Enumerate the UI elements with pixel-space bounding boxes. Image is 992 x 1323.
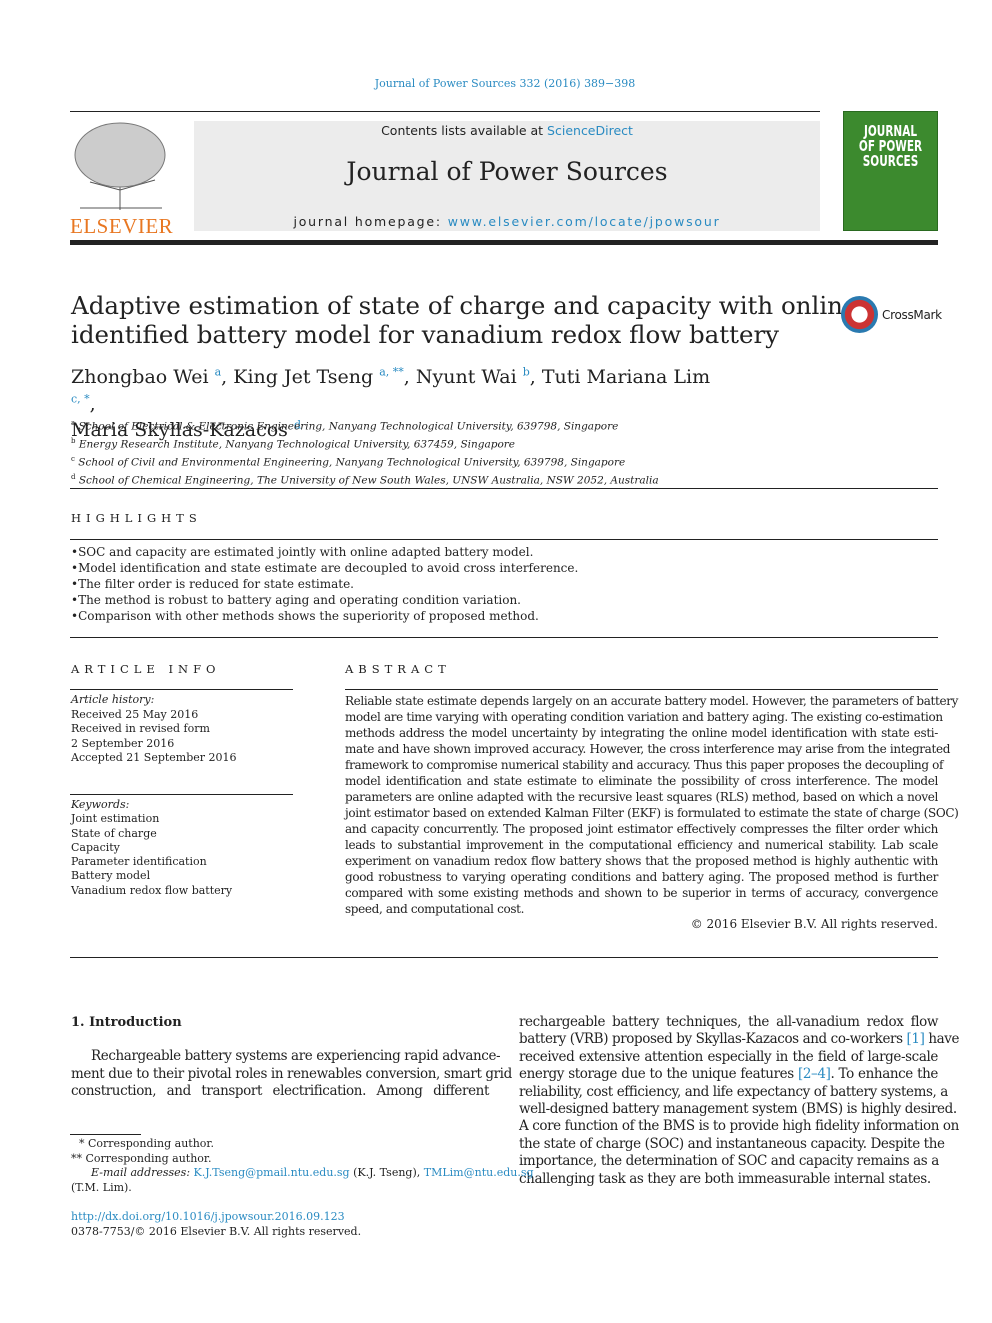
footnote: Corresponding author. <box>88 1137 214 1150</box>
keyword: Capacity <box>71 840 120 854</box>
abstract-heading: ABSTRACT <box>345 662 451 676</box>
highlight-item: •Model identification and state estimate… <box>71 561 579 575</box>
journal-name: Journal of Power Sources <box>346 157 668 186</box>
homepage-link[interactable]: www.elsevier.com/locate/jpowsour <box>448 214 721 229</box>
text-line: model are time varying with operating co… <box>345 710 943 724</box>
title-line: identified battery model for vanadium re… <box>71 320 779 349</box>
history-item: Received in revised form <box>71 722 210 735</box>
text-line: model identification and state estimate … <box>345 774 938 788</box>
sciencedirect-link[interactable]: ScienceDirect <box>547 123 633 138</box>
contents-label: Contents lists available at <box>381 123 548 138</box>
text-line: challenging task as they are both immeas… <box>519 1170 931 1187</box>
affiliation: d School of Chemical Engineering, The Un… <box>71 473 659 487</box>
affiliations: a School of Electrical & Electronic Engi… <box>71 416 659 488</box>
article-history: Article history: Received 25 May 2016 Re… <box>71 693 237 766</box>
keyword: Joint estimation <box>71 812 160 826</box>
elsevier-wordmark: ELSEVIER <box>70 214 174 238</box>
elsevier-logo[interactable]: ELSEVIER <box>70 120 173 238</box>
crossmark-button[interactable]: CrossMark <box>841 296 942 333</box>
highlights-list: •SOC and capacity are estimated jointly … <box>71 544 578 624</box>
highlight-item: •SOC and capacity are estimated jointly … <box>71 545 534 559</box>
author[interactable]: Nyunt Wai b, <box>416 366 542 388</box>
highlight-item: •The method is robust to battery aging a… <box>71 593 521 607</box>
text-line: ment due to their pivotal roles in renew… <box>71 1065 512 1082</box>
text-line: mate and have shown improved accuracy. H… <box>345 742 951 756</box>
email-link[interactable]: K.J.Tseng@pmail.ntu.edu.sg <box>194 1166 350 1179</box>
doi-link[interactable]: http://dx.doi.org/10.1016/j.jpowsour.201… <box>71 1210 491 1225</box>
article-title: Adaptive estimation of state of charge a… <box>71 291 857 349</box>
author[interactable]: Zhongbao Wei a, <box>71 366 233 388</box>
text-line: Reliable state estimate depends largely … <box>345 694 959 708</box>
text-line: well-designed battery management system … <box>519 1101 957 1118</box>
cover-title: JOURNAL OF POWER SOURCES <box>858 122 923 170</box>
text-line: speed, and computational cost. <box>345 902 525 916</box>
affiliation: c School of Civil and Environmental Engi… <box>71 455 626 469</box>
crossmark-icon <box>841 296 878 333</box>
text-line: compared with some existing methods and … <box>345 886 938 900</box>
keywords: Keywords: Joint estimation State of char… <box>71 798 232 898</box>
text-line: A core function of the BMS is to provide… <box>519 1118 959 1135</box>
citation-link[interactable]: [1] <box>907 1031 925 1047</box>
masthead-box: Contents lists available at ScienceDirec… <box>194 121 820 231</box>
footnotes: * Corresponding author. ** Corresponding… <box>71 1137 534 1238</box>
homepage-label: journal homepage: <box>293 214 448 229</box>
keyword: Parameter identification <box>71 855 207 869</box>
text-line: the state of charge (SOC) and instantane… <box>519 1135 945 1152</box>
text-line: reliability, cost efficiency, and life e… <box>519 1083 948 1100</box>
highlight-item: •The filter order is reduced for state e… <box>71 577 354 591</box>
title-line: Adaptive estimation of state of charge a… <box>71 291 858 320</box>
text-line: received extensive attention especially … <box>519 1048 938 1065</box>
highlights-heading: HIGHLIGHTS <box>71 511 202 525</box>
text-line: methods address the model uncertainty by… <box>345 726 938 740</box>
journal-cover[interactable]: JOURNAL OF POWER SOURCES <box>843 111 938 231</box>
affiliation: a School of Electrical & Electronic Engi… <box>71 419 619 433</box>
affiliation: b Energy Research Institute, Nanyang Tec… <box>71 437 516 451</box>
author[interactable]: King Jet Tseng a, **, <box>233 366 416 388</box>
issn: 0378-7753/© 2016 Elsevier B.V. All right… <box>71 1224 362 1238</box>
text-line: rechargeable battery techniques, the all… <box>519 1014 938 1030</box>
text-line: battery (VRB) proposed by Skyllas-Kazaco… <box>519 1031 960 1048</box>
text-line: construction, and transport electrificat… <box>71 1083 489 1099</box>
abstract-text: Reliable state estimate depends largely … <box>345 693 959 917</box>
text-line: joint estimator based on extended Kalman… <box>345 806 959 820</box>
crossmark-label: CrossMark <box>882 307 942 322</box>
keyword: Vanadium redox flow battery <box>71 883 233 897</box>
history-item: 2 September 2016 <box>71 736 175 750</box>
journal-citation-link[interactable]: Journal of Power Sources 332 (2016) 389−… <box>0 77 992 90</box>
keyword: State of charge <box>71 826 157 840</box>
intro-right-column: rechargeable battery techniques, the all… <box>519 1014 960 1188</box>
citation-link[interactable]: [2–4] <box>798 1066 831 1082</box>
history-item: Accepted 21 September 2016 <box>71 751 237 764</box>
text-line: parameters are online adapted with the r… <box>345 790 938 804</box>
article-info-heading: ARTICLE INFO <box>71 662 221 676</box>
intro-left-column: Rechargeable battery systems are experie… <box>71 1048 512 1101</box>
text-line: and capacity concurrently. The proposed … <box>345 822 938 836</box>
footnote: Corresponding author. <box>85 1151 212 1165</box>
text-line: Rechargeable battery systems are experie… <box>91 1048 501 1064</box>
text-line: leads to substantial improvement in the … <box>345 838 938 852</box>
history-label: Article history: <box>71 693 155 706</box>
copyright: © 2016 Elsevier B.V. All rights reserved… <box>690 917 938 931</box>
text-line: importance, the determination of SOC and… <box>519 1153 939 1170</box>
text-line: framework to compromise numerical stabil… <box>345 758 944 772</box>
history-item: Received 25 May 2016 <box>71 707 199 721</box>
text-line: experiment on vanadium redox flow batter… <box>345 854 938 868</box>
text-line: energy storage due to the unique feature… <box>519 1066 938 1083</box>
text-line: good robustness to varying operating con… <box>345 870 938 884</box>
section-heading: 1. Introduction <box>71 1015 182 1030</box>
email-link[interactable]: TMLim@ntu.edu.sg <box>424 1166 534 1179</box>
keywords-label: Keywords: <box>71 798 130 811</box>
keyword: Battery model <box>71 869 151 883</box>
highlight-item: •Comparison with other methods shows the… <box>71 609 539 623</box>
